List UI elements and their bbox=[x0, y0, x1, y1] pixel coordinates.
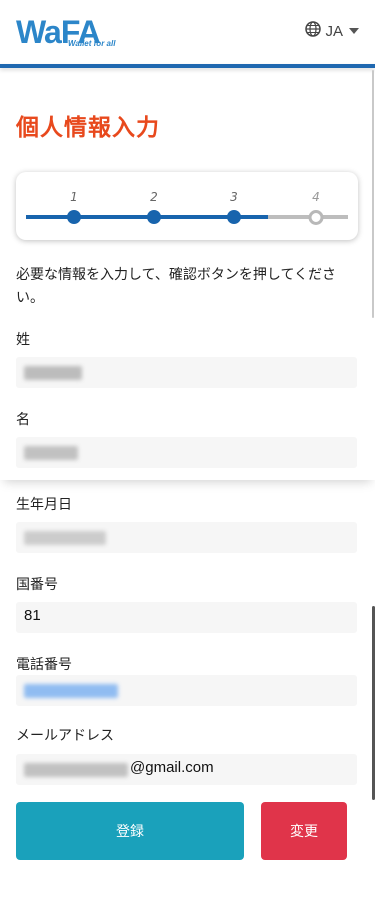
birth-date-label: 生年月日 bbox=[16, 497, 72, 513]
header-accent-bar bbox=[0, 64, 375, 68]
step-2-label: 2 bbox=[150, 190, 158, 204]
redacted-value bbox=[24, 684, 118, 698]
phone-label: 電話番号 bbox=[16, 657, 72, 673]
instruction-text: 必要な情報を入力して、確認ボタンを押してください。 bbox=[16, 267, 337, 306]
wafa-logo[interactable]: WaFA Wallet for all bbox=[16, 12, 140, 52]
progress-stepper: 1 2 3 4 bbox=[16, 172, 358, 240]
caret-down-icon bbox=[349, 28, 359, 34]
globe-icon bbox=[305, 21, 322, 41]
redacted-value bbox=[24, 446, 78, 460]
step-3-label: 3 bbox=[230, 190, 238, 204]
first-name-field[interactable] bbox=[16, 437, 357, 468]
submit-button[interactable]: 登録 bbox=[16, 802, 244, 860]
step-3-dot bbox=[227, 210, 241, 224]
app-header: WaFA Wallet for all JA bbox=[0, 0, 375, 64]
step-1-dot bbox=[67, 210, 81, 224]
email-domain: @gmail.com bbox=[130, 759, 214, 776]
phone-field[interactable] bbox=[16, 675, 357, 706]
step-4-label: 4 bbox=[312, 190, 320, 204]
country-code-value: 81 bbox=[24, 607, 41, 624]
language-label: JA bbox=[325, 22, 343, 40]
last-name-label: 姓 bbox=[16, 332, 30, 348]
step-2-dot bbox=[147, 210, 161, 224]
first-name-label: 名 bbox=[16, 412, 30, 428]
language-selector[interactable]: JA bbox=[305, 20, 359, 42]
redacted-value bbox=[24, 366, 82, 380]
step-4-dot bbox=[308, 210, 324, 225]
page-title: 個人情報入力 bbox=[16, 115, 160, 141]
overlay-scrollbar[interactable] bbox=[372, 70, 374, 318]
birth-date-field[interactable] bbox=[16, 522, 357, 553]
step-1-label: 1 bbox=[70, 190, 78, 204]
logo-tagline: Wallet for all bbox=[68, 39, 116, 48]
change-button[interactable]: 変更 bbox=[261, 802, 347, 860]
country-code-label: 国番号 bbox=[16, 577, 58, 593]
redacted-value bbox=[24, 531, 106, 545]
email-field[interactable]: @gmail.com bbox=[16, 754, 357, 785]
redacted-value bbox=[24, 763, 128, 777]
country-code-field[interactable]: 81 bbox=[16, 602, 357, 633]
last-name-field[interactable] bbox=[16, 357, 357, 388]
email-label: メールアドレス bbox=[16, 728, 114, 744]
